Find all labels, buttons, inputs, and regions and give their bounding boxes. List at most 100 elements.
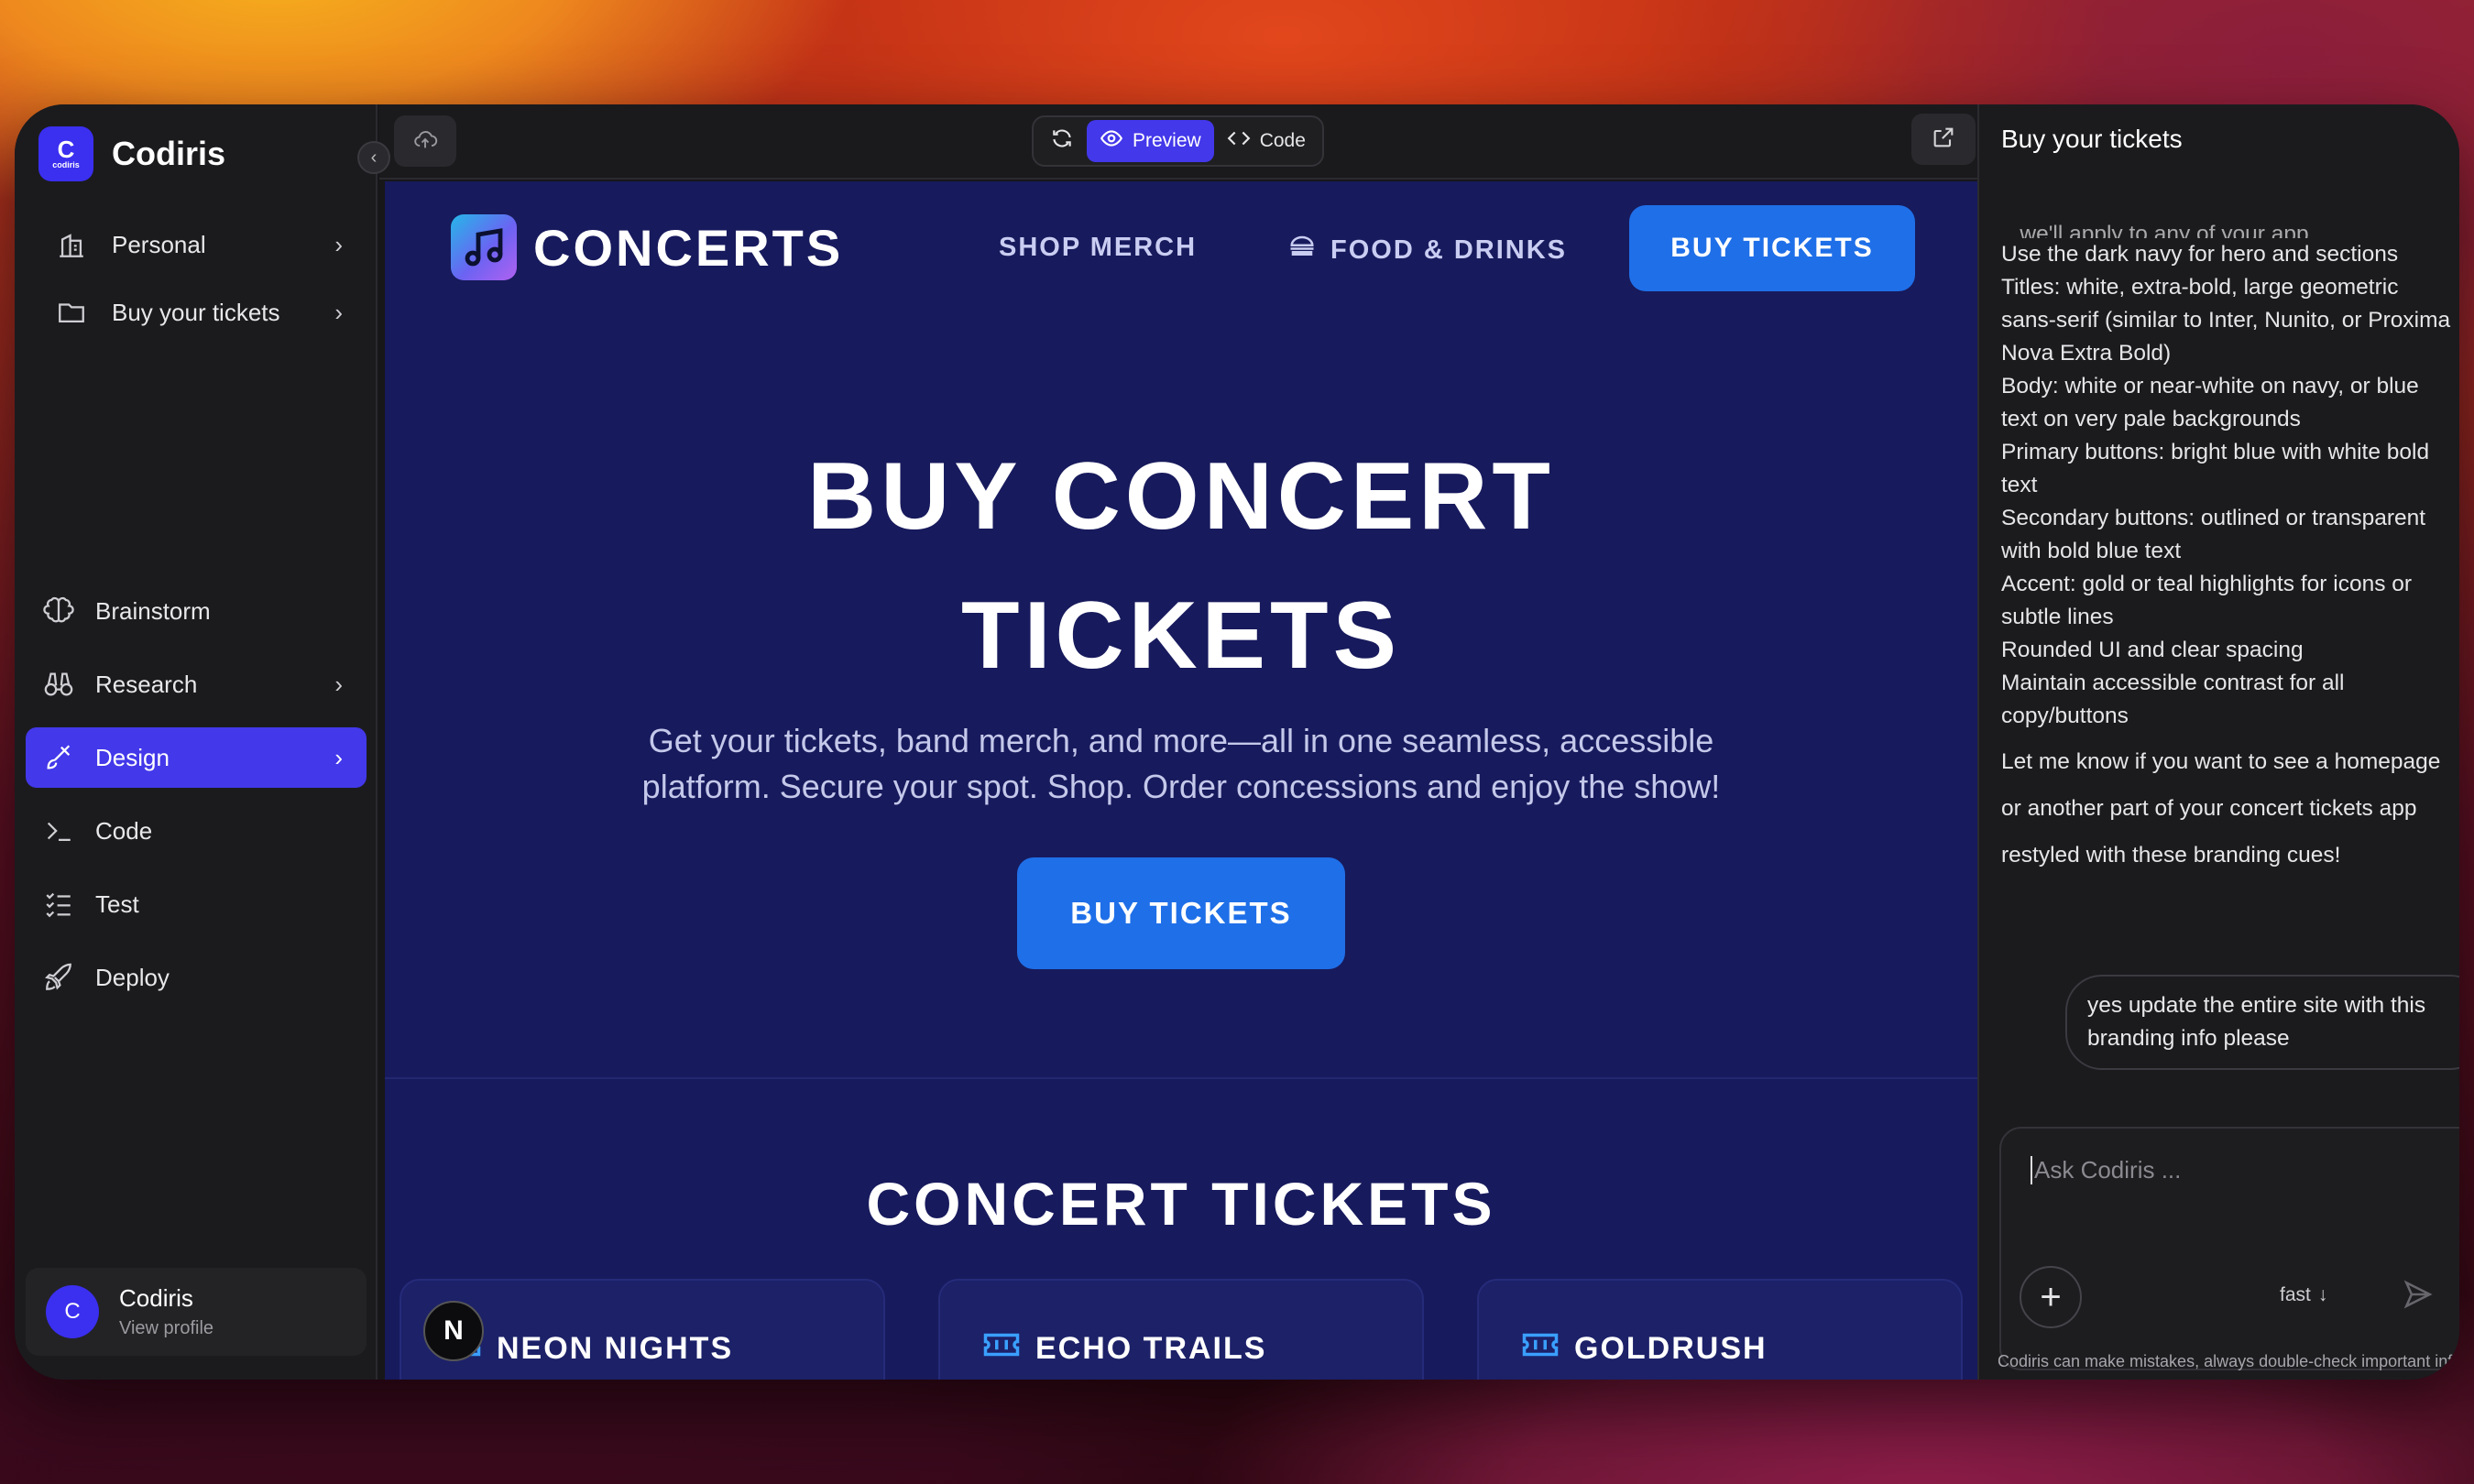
sidebar-item-label: Deploy [95, 963, 170, 991]
food-icon [1286, 233, 1318, 267]
assistant-message: ...we'll apply to any of your app Use th… [2001, 218, 2459, 878]
chevron-left-icon: ‹ [370, 147, 378, 168]
nav-buy-tickets-button[interactable]: BUY TICKETS [1629, 205, 1915, 291]
code-icon [1227, 126, 1251, 156]
hero-buy-tickets-button[interactable]: BUY TICKETS [1017, 857, 1345, 969]
chat-title: Buy your tickets [2001, 125, 2183, 153]
message-line: Primary buttons: bright blue with white … [2001, 440, 2430, 497]
profile-link[interactable]: View profile [119, 1318, 213, 1339]
sidebar-item-research[interactable]: Research › [26, 654, 367, 715]
message-line: Body: white or near-white on navy, or bl… [2001, 374, 2419, 431]
add-attachment-button[interactable]: + [2020, 1266, 2082, 1328]
ticket-icon [1521, 1330, 1560, 1368]
sidebar-item-personal[interactable]: Personal › [26, 214, 367, 275]
sidebar-item-label: Code [95, 816, 153, 845]
refresh-icon [1050, 126, 1074, 156]
nav-food-label: FOOD & DRINKS [1330, 235, 1567, 265]
message-closing: Let me know if you want to see a homepag… [2001, 749, 2441, 867]
tab-code[interactable]: Code [1214, 120, 1319, 162]
chat-input[interactable]: Ask Codiris ... [2031, 1156, 2181, 1184]
chat-composer: Ask Codiris ... + fast ↓ [1999, 1127, 2459, 1370]
section-title: CONCERT TICKETS [866, 1170, 1496, 1238]
folder-icon [53, 294, 90, 331]
chevron-right-icon: › [334, 230, 343, 258]
hero-title: BUY CONCERT TICKETS [385, 427, 1977, 705]
site-logo[interactable]: CONCERTS [451, 214, 843, 280]
avatar: C [46, 1285, 99, 1338]
message-line: Use the dark navy for hero and sections [2001, 242, 2399, 267]
collapse-sidebar-button[interactable]: ‹ [357, 141, 390, 174]
building-icon [53, 226, 90, 263]
site-navbar: CONCERTS SHOP MERCH FOOD & DRINKS BUY TI… [385, 181, 1977, 310]
app-name: Codiris [112, 135, 226, 172]
ticket-card-title: NEON NIGHTS [443, 1330, 733, 1368]
tab-preview[interactable]: Preview [1087, 120, 1214, 162]
hero-subtitle: Get your tickets, band merch, and more—a… [385, 718, 1977, 810]
sidebar: C codiris Codiris Personal › Buy your ti… [15, 104, 378, 1380]
model-label: fast [2280, 1284, 2311, 1305]
hero-subtitle-line-2: platform. Secure your spot. Shop. Order … [641, 768, 1721, 805]
sidebar-item-brainstorm[interactable]: Brainstorm [26, 581, 367, 641]
brush-icon [40, 739, 77, 776]
sidebar-item-design[interactable]: Design › [26, 727, 367, 788]
ticket-card-name: GOLDRUSH [1574, 1331, 1768, 1366]
cloud-upload-button[interactable] [394, 115, 456, 167]
message-line: Secondary buttons: outlined or transpare… [2001, 506, 2426, 563]
sidebar-item-label: Buy your tickets [112, 298, 280, 326]
open-external-button[interactable] [1911, 114, 1976, 165]
message-line: Rounded UI and clear spacing [2001, 638, 2304, 662]
hero-subtitle-line-1: Get your tickets, band merch, and more—a… [648, 722, 1714, 759]
terminal-icon [40, 813, 77, 849]
sidebar-item-label: Test [95, 889, 139, 918]
preview-toolbar: Preview Code [379, 104, 1977, 180]
logo-subtext: codiris [52, 160, 80, 169]
sidebar-item-label: Design [95, 743, 170, 771]
hero-title-line-1: BUY CONCERT [807, 443, 1555, 550]
site-preview: CONCERTS SHOP MERCH FOOD & DRINKS BUY TI… [385, 181, 1977, 1380]
disclaimer: Codiris can make mistakes, always double… [1998, 1352, 2459, 1370]
refresh-button[interactable] [1037, 120, 1087, 162]
nav-shop-label: SHOP MERCH [999, 233, 1198, 262]
logo-letter: C [57, 136, 75, 163]
chat-panel: Buy your tickets ...we'll apply to any o… [1977, 104, 2459, 1380]
send-icon [2403, 1280, 2434, 1314]
message-line: Maintain accessible contrast for all cop… [2001, 671, 2345, 728]
app-window: C codiris Codiris Personal › Buy your ti… [15, 104, 2459, 1380]
chevron-right-icon: › [334, 298, 343, 326]
arrow-down-icon: ↓ [2317, 1284, 2328, 1305]
ticket-icon [982, 1330, 1021, 1368]
profile-name: Codiris [119, 1284, 193, 1312]
ticket-card-name: NEON NIGHTS [497, 1331, 734, 1366]
ticket-card-name: ECHO TRAILS [1035, 1331, 1267, 1366]
checklist-icon [40, 886, 77, 922]
sidebar-item-buy-your-tickets[interactable]: Buy your tickets › [26, 282, 367, 343]
external-link-icon [1931, 125, 1956, 155]
tab-code-label: Code [1259, 130, 1306, 151]
nav-food-drinks[interactable]: FOOD & DRINKS [1286, 233, 1567, 267]
tab-preview-label: Preview [1133, 130, 1201, 151]
sidebar-item-label: Personal [112, 230, 206, 258]
send-button[interactable] [2403, 1279, 2434, 1315]
message-line: Accent: gold or teal highlights for icon… [2001, 572, 2413, 629]
ticket-card[interactable]: ECHO TRAILS [938, 1279, 1424, 1380]
sidebar-item-test[interactable]: Test [26, 874, 367, 934]
binoculars-icon [40, 666, 77, 703]
sidebar-item-deploy[interactable]: Deploy [26, 947, 367, 1008]
music-note-icon [451, 214, 517, 280]
message-line: Titles: white, extra-bold, large geometr… [2001, 275, 2451, 366]
model-selector[interactable]: fast ↓ [2280, 1284, 2327, 1306]
rocket-icon [40, 959, 77, 996]
eye-icon [1100, 126, 1123, 156]
chevron-right-icon: › [334, 670, 343, 698]
ticket-card[interactable]: GOLDRUSH [1477, 1279, 1963, 1380]
section-divider [385, 1077, 1977, 1079]
ticket-card-title: GOLDRUSH [1521, 1330, 1768, 1368]
sidebar-item-code[interactable]: Code [26, 801, 367, 861]
sidebar-item-label: Brainstorm [95, 596, 211, 625]
user-message: yes update the entire site with this bra… [2065, 975, 2459, 1070]
dev-badge[interactable]: N [423, 1301, 484, 1361]
nav-shop-merch[interactable]: SHOP MERCH [999, 233, 1197, 263]
profile-card[interactable]: C Codiris View profile [26, 1268, 367, 1356]
ticket-card-title: ECHO TRAILS [982, 1330, 1266, 1368]
brand[interactable]: C codiris Codiris [38, 126, 225, 181]
